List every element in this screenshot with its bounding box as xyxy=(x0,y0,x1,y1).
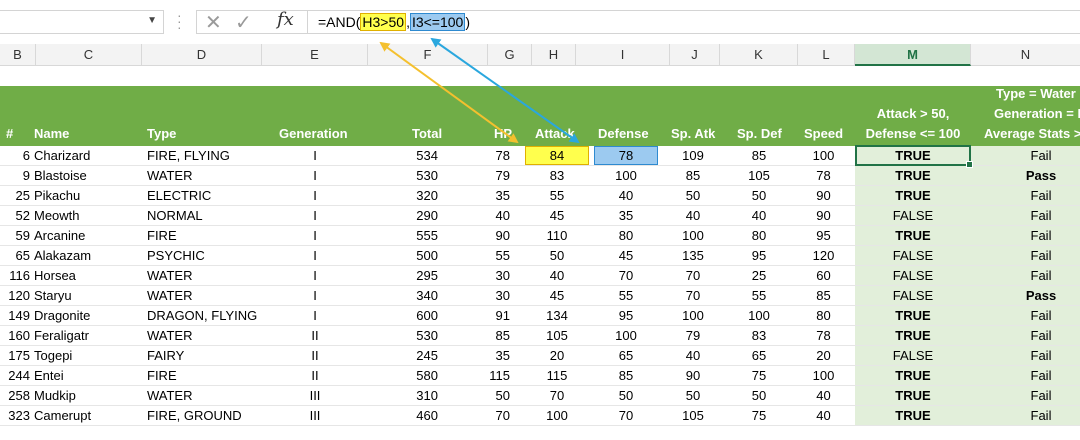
reference-arrows xyxy=(379,37,580,144)
arrow-ref2 xyxy=(430,37,580,144)
arrow-ref1 xyxy=(379,41,519,144)
